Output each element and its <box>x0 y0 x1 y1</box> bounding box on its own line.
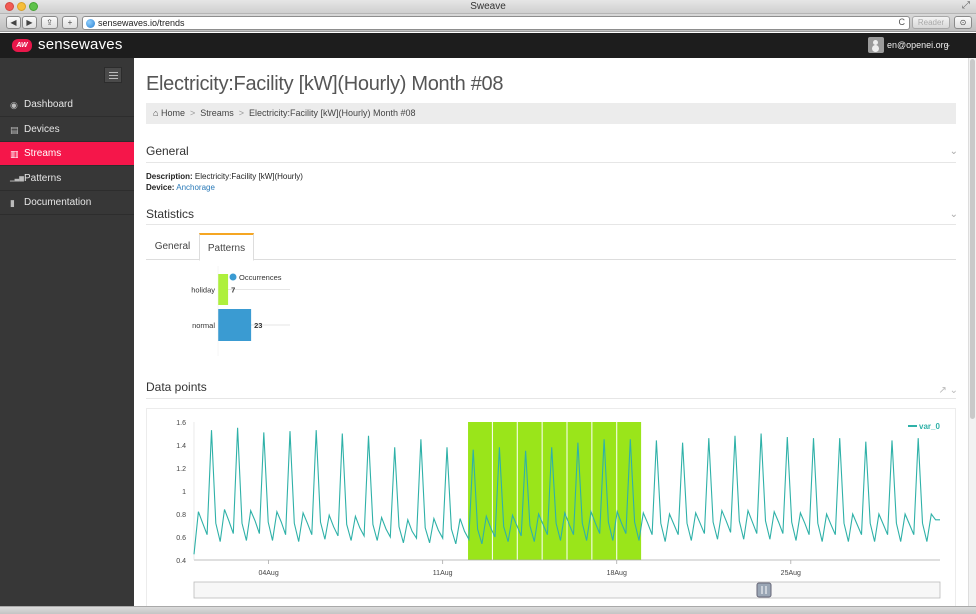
sidebar-item-dashboard[interactable]: ◉ Dashboard <box>0 93 134 117</box>
bar-data-label: 7 <box>231 286 235 295</box>
divider <box>146 398 956 399</box>
x-tick-label: 11Aug <box>433 570 453 577</box>
home-icon: ⌂ <box>153 108 159 118</box>
series-line-var_0 <box>193 427 940 555</box>
y-tick-label: 0.4 <box>176 558 186 565</box>
reload-icon[interactable]: C <box>899 17 906 27</box>
pattern-highlight-band[interactable] <box>567 422 592 560</box>
data-points-tools: ↗ ⌄ <box>938 385 958 396</box>
y-tick-label: 1.4 <box>176 443 186 450</box>
breadcrumb-streams[interactable]: Streams <box>200 108 234 118</box>
data-points-collapse-chevron-icon[interactable]: ⌄ <box>950 385 958 396</box>
device-row: Device: Anchorage <box>146 183 215 192</box>
dashboard-icon: ◉ <box>10 100 18 110</box>
breadcrumb-separator: > <box>189 108 196 118</box>
general-collapse-chevron-icon[interactable]: ⌄ <box>950 146 958 157</box>
description-label: Description: <box>146 172 193 181</box>
y-tick-label: 1.2 <box>176 466 186 473</box>
user-menu-caret-icon[interactable]: ⌄ <box>944 39 952 50</box>
patterns-icon: ▁▃▆ <box>10 176 24 182</box>
page-title: Electricity:Facility [kW](Hourly) Month … <box>146 73 504 95</box>
data-points-line-chart: 0.40.60.811.21.41.604Aug 11Aug 18Aug 25Aug … <box>176 420 941 599</box>
window-titlebar: Sweave ⤢ <box>0 0 976 14</box>
page-scrollbar-thumb[interactable] <box>970 59 975 419</box>
sidebar-item-label: Dashboard <box>24 99 73 110</box>
sidebar-item-devices[interactable]: ▤ Devices <box>0 118 134 142</box>
fullscreen-icon[interactable]: ⤢ <box>962 0 970 11</box>
statistics-tabs: General Patterns <box>146 233 956 261</box>
window-title: Sweave <box>470 1 506 12</box>
sidebar-item-label: Devices <box>24 124 60 135</box>
legend-label-occurrences[interactable]: Occurrences <box>239 273 282 282</box>
x-tick-label: 18Aug <box>607 570 627 577</box>
forward-button[interactable]: ▶ <box>22 16 37 29</box>
bar-category-label: holiday <box>191 286 215 295</box>
sidebar: ◉ Dashboard ▤ Devices ▥ Streams ▁▃▆ Patt… <box>0 58 141 606</box>
y-tick-label: 0.6 <box>176 535 186 542</box>
tab-patterns[interactable]: Patterns <box>199 233 254 261</box>
statistics-collapse-chevron-icon[interactable]: ⌄ <box>950 209 958 220</box>
sidebar-item-patterns[interactable]: ▁▃▆ Patterns <box>0 167 134 191</box>
browser-statusbar <box>0 606 976 614</box>
url-text[interactable]: sensewaves.io/trends <box>98 18 185 28</box>
address-bar[interactable]: sensewaves.io/trends C <box>82 16 910 30</box>
patterns-bar-chart: Occurrences holiday 7 normal 23 <box>191 266 290 356</box>
description-value: Electricity:Facility [kW](Hourly) <box>194 172 303 181</box>
sidebar-item-streams[interactable]: ▥ Streams <box>0 142 141 166</box>
browser-toolbar: ◀ ▶ ⇪ + sensewaves.io/trends C Reader ⊙ <box>0 14 976 32</box>
tab-general[interactable]: General <box>146 233 199 260</box>
x-tick-label: 04Aug <box>258 570 278 577</box>
divider <box>146 224 956 225</box>
y-tick-label: 0.8 <box>176 512 186 519</box>
main-content: Electricity:Facility [kW](Hourly) Month … <box>134 58 968 606</box>
brand-name[interactable]: sensewaves <box>38 36 123 53</box>
breadcrumb-current: Electricity:Facility [kW](Hourly) Month … <box>249 108 416 118</box>
pin-icon[interactable]: ↗ <box>938 385 946 396</box>
sidebar-item-label: Documentation <box>24 197 92 208</box>
sidebar-item-label: Patterns <box>24 173 62 184</box>
range-navigator-handle[interactable] <box>756 582 772 598</box>
user-avatar[interactable] <box>868 37 884 53</box>
legend-label-var_0[interactable]: var_0 <box>919 422 940 431</box>
pattern-highlight-band[interactable] <box>492 422 517 560</box>
streams-icon: ▥ <box>10 149 19 159</box>
data-points-heading: Data points <box>146 380 207 394</box>
bar-category-label: normal <box>192 321 215 330</box>
logo-icon[interactable]: AW <box>12 39 32 52</box>
breadcrumb-home[interactable]: Home <box>161 108 185 118</box>
description-row: Description: Electricity:Facility [kW](H… <box>146 172 303 181</box>
add-bookmark-button[interactable]: + <box>62 16 78 29</box>
bar-normal[interactable] <box>218 309 252 341</box>
downloads-icon[interactable]: ⊙ <box>954 16 972 29</box>
breadcrumb-separator: > <box>238 108 245 118</box>
range-navigator[interactable] <box>193 581 941 599</box>
general-heading: General <box>146 144 189 158</box>
sidebar-item-documentation[interactable]: ▮ Documentation <box>0 191 134 215</box>
back-button[interactable]: ◀ <box>6 16 21 29</box>
share-button[interactable]: ⇪ <box>41 16 58 29</box>
devices-icon: ▤ <box>10 125 19 135</box>
user-email[interactable]: en@openei.org <box>887 40 949 50</box>
breadcrumb: ⌂ Home > Streams > Electricity:Facility [kW]… <box>146 103 956 124</box>
bar-data-label: 23 <box>254 321 262 330</box>
pattern-highlight-band[interactable] <box>617 422 642 560</box>
y-tick-label: 1.6 <box>176 420 186 427</box>
x-tick-label: 25Aug <box>781 570 801 577</box>
statistics-heading: Statistics <box>146 207 195 221</box>
device-label: Device: <box>146 183 175 192</box>
bar-holiday[interactable] <box>218 274 229 305</box>
sidebar-toggle-button[interactable] <box>104 67 122 83</box>
globe-icon <box>86 19 95 28</box>
app-header: AW sensewaves en@openei.org ⌄ <box>0 33 976 58</box>
divider <box>146 162 956 163</box>
documentation-icon: ▮ <box>10 198 15 208</box>
device-link[interactable]: Anchorage <box>176 183 215 192</box>
sidebar-item-label: Streams <box>24 148 62 159</box>
legend-marker-occurrences <box>229 273 237 281</box>
page-scrollbar[interactable] <box>968 58 976 606</box>
pattern-highlight-band[interactable] <box>517 422 542 560</box>
reader-button[interactable]: Reader <box>912 16 950 29</box>
y-tick-label: 1 <box>182 489 186 496</box>
